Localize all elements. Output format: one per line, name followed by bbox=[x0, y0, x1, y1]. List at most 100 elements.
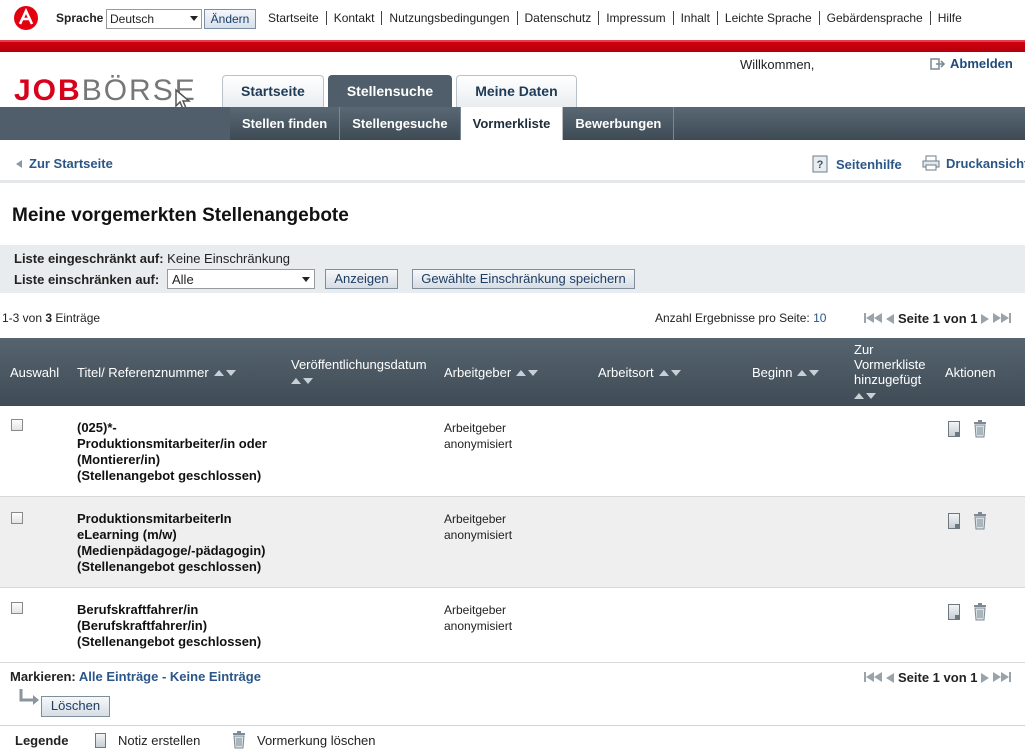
row-employer: Arbeitgeber anonymisiert bbox=[444, 603, 513, 633]
logout-link[interactable]: Abmelden bbox=[930, 56, 1013, 71]
print-icon bbox=[922, 155, 940, 171]
top-navigation: Startseite Kontakt Nutzungsbedingungen D… bbox=[268, 11, 962, 25]
col-titel[interactable]: Titel/ Referenznummer bbox=[77, 365, 236, 380]
top-link-startseite[interactable]: Startseite bbox=[268, 11, 319, 25]
col-arbeitsort[interactable]: Arbeitsort bbox=[598, 365, 681, 380]
per-page-10-link[interactable]: 10 bbox=[813, 311, 826, 325]
note-icon bbox=[95, 733, 106, 748]
language-label: Sprache bbox=[56, 11, 104, 25]
col-aktionen: Aktionen bbox=[945, 365, 996, 380]
first-page-icon[interactable] bbox=[864, 670, 882, 685]
page-title: Meine vorgemerkten Stellenangebote bbox=[12, 205, 349, 226]
action-bar: Zur Startseite ? Seitenhilfe Druckansich… bbox=[0, 145, 1025, 183]
row-checkbox[interactable] bbox=[11, 602, 23, 614]
subtab-stellengesuche[interactable]: Stellengesuche bbox=[340, 107, 461, 140]
row-employer: Arbeitgeber anonymisiert bbox=[444, 512, 513, 542]
sort-icon bbox=[291, 378, 313, 384]
subtab-vormerkliste[interactable]: Vormerkliste bbox=[460, 107, 564, 140]
sort-icon bbox=[213, 369, 236, 376]
mark-all-link[interactable]: Alle Einträge bbox=[79, 669, 158, 684]
page-help-link[interactable]: ? Seitenhilfe bbox=[812, 155, 902, 173]
table-row: (025)*- Produktionsmitarbeiter/in oder (… bbox=[0, 406, 1025, 497]
filter-restrict-label: Liste einschränken auf: bbox=[14, 272, 160, 287]
save-filter-button[interactable]: Gewählte Einschränkung speichern bbox=[412, 269, 635, 289]
result-count: 1-3 von 3 Einträge bbox=[2, 311, 101, 325]
mark-controls: Markieren: Alle Einträge - Keine Einträg… bbox=[10, 669, 261, 684]
tab-stellensuche[interactable]: Stellensuche bbox=[327, 75, 453, 107]
help-icon: ? bbox=[812, 155, 828, 173]
sub-navigation: Stellen finden Stellengesuche Vormerklis… bbox=[0, 107, 1025, 140]
return-arrow-icon bbox=[19, 689, 39, 705]
row-title-link[interactable]: Berufskraftfahrer/in (Berufskraftfahrer/… bbox=[77, 602, 261, 650]
next-page-icon[interactable] bbox=[981, 672, 990, 683]
sort-icon bbox=[797, 369, 820, 376]
sort-icon bbox=[854, 393, 876, 399]
top-link-nutzungsbedingungen[interactable]: Nutzungsbedingungen bbox=[389, 11, 509, 25]
table-row: ProduktionsmitarbeiterIn eLearning (m/w)… bbox=[0, 497, 1025, 588]
prev-page-icon[interactable] bbox=[886, 672, 894, 683]
language-value: Deutsch bbox=[110, 12, 155, 26]
filter-current: Liste eingeschränkt auf: Keine Einschrän… bbox=[14, 251, 291, 266]
col-hinzugefuegt[interactable]: Zur Vormerkliste hinzugefügt bbox=[854, 342, 926, 402]
sort-icon bbox=[516, 369, 539, 376]
tab-meine-daten[interactable]: Meine Daten bbox=[456, 75, 577, 107]
last-page-icon[interactable] bbox=[993, 670, 1012, 685]
subtab-stellen-finden[interactable]: Stellen finden bbox=[230, 107, 341, 140]
delete-button[interactable]: Löschen bbox=[41, 696, 110, 717]
subtab-bewerbungen[interactable]: Bewerbungen bbox=[563, 107, 675, 140]
welcome-text: Willkommen, bbox=[740, 57, 815, 72]
pager-top: Seite 1 von 1 bbox=[864, 311, 1012, 326]
svg-text:?: ? bbox=[817, 159, 824, 171]
top-link-gebaerdensprache[interactable]: Gebärdensprache bbox=[827, 11, 923, 25]
row-checkbox[interactable] bbox=[11, 512, 23, 524]
page-indicator: Seite 1 von 1 bbox=[898, 670, 978, 685]
back-arrow-icon bbox=[16, 159, 22, 168]
show-button[interactable]: Anzeigen bbox=[325, 269, 398, 289]
site-header: JOBBÖRSE Willkommen, Abmelden Startseite… bbox=[0, 52, 1025, 140]
sort-icon bbox=[658, 369, 681, 376]
row-employer: Arbeitgeber anonymisiert bbox=[444, 421, 513, 451]
row-title-link[interactable]: ProduktionsmitarbeiterIn eLearning (m/w)… bbox=[77, 511, 266, 575]
red-divider bbox=[0, 40, 1025, 52]
col-veroeffentlichung[interactable]: Veröffentlichungsdatum bbox=[291, 357, 427, 387]
trash-icon[interactable] bbox=[973, 420, 987, 438]
trash-icon bbox=[233, 731, 245, 749]
top-link-hilfe[interactable]: Hilfe bbox=[938, 11, 962, 25]
change-language-button[interactable]: Ändern bbox=[204, 9, 256, 29]
first-page-icon[interactable] bbox=[864, 311, 882, 326]
note-icon[interactable] bbox=[948, 513, 960, 529]
filter-panel: Liste eingeschränkt auf: Keine Einschrän… bbox=[0, 245, 1025, 293]
legend-title: Legende bbox=[15, 733, 69, 748]
row-checkbox[interactable] bbox=[11, 419, 23, 431]
last-page-icon[interactable] bbox=[993, 311, 1012, 326]
trash-icon[interactable] bbox=[973, 603, 987, 621]
table-header: Auswahl Titel/ Referenznummer Veröffentl… bbox=[0, 338, 1025, 406]
legend: Legende Notiz erstellen Vormerkung lösch… bbox=[0, 725, 1025, 754]
top-link-inhalt[interactable]: Inhalt bbox=[681, 11, 710, 25]
trash-icon[interactable] bbox=[973, 512, 987, 530]
page-indicator: Seite 1 von 1 bbox=[898, 311, 978, 326]
legend-note-text: Notiz erstellen bbox=[118, 733, 201, 748]
col-arbeitgeber[interactable]: Arbeitgeber bbox=[444, 365, 539, 380]
note-icon[interactable] bbox=[948, 604, 960, 620]
filter-select[interactable]: Alle bbox=[167, 269, 315, 289]
top-link-impressum[interactable]: Impressum bbox=[606, 11, 665, 25]
next-page-icon[interactable] bbox=[981, 313, 990, 324]
mark-none-link[interactable]: Keine Einträge bbox=[170, 669, 261, 684]
col-beginn[interactable]: Beginn bbox=[752, 365, 820, 380]
agency-logo-icon[interactable] bbox=[14, 6, 38, 30]
language-select[interactable]: Deutsch bbox=[106, 9, 202, 29]
tab-startseite[interactable]: Startseite bbox=[222, 75, 324, 107]
back-to-home-link[interactable]: Zur Startseite bbox=[14, 156, 113, 171]
top-link-leichte-sprache[interactable]: Leichte Sprache bbox=[725, 11, 812, 25]
top-link-kontakt[interactable]: Kontakt bbox=[334, 11, 375, 25]
top-bar: Sprache Deutsch Ändern Startseite Kontak… bbox=[0, 0, 1025, 38]
legend-delete-text: Vormerkung löschen bbox=[257, 733, 376, 748]
prev-page-icon[interactable] bbox=[886, 313, 894, 324]
jobboerse-logo[interactable]: JOBBÖRSE bbox=[14, 74, 197, 108]
print-view-link[interactable]: Druckansicht bbox=[922, 155, 1025, 171]
top-link-datenschutz[interactable]: Datenschutz bbox=[525, 11, 592, 25]
row-title-link[interactable]: (025)*- Produktionsmitarbeiter/in oder (… bbox=[77, 420, 267, 484]
main-tabs: Startseite Stellensuche Meine Daten bbox=[222, 75, 577, 107]
note-icon[interactable] bbox=[948, 421, 960, 437]
